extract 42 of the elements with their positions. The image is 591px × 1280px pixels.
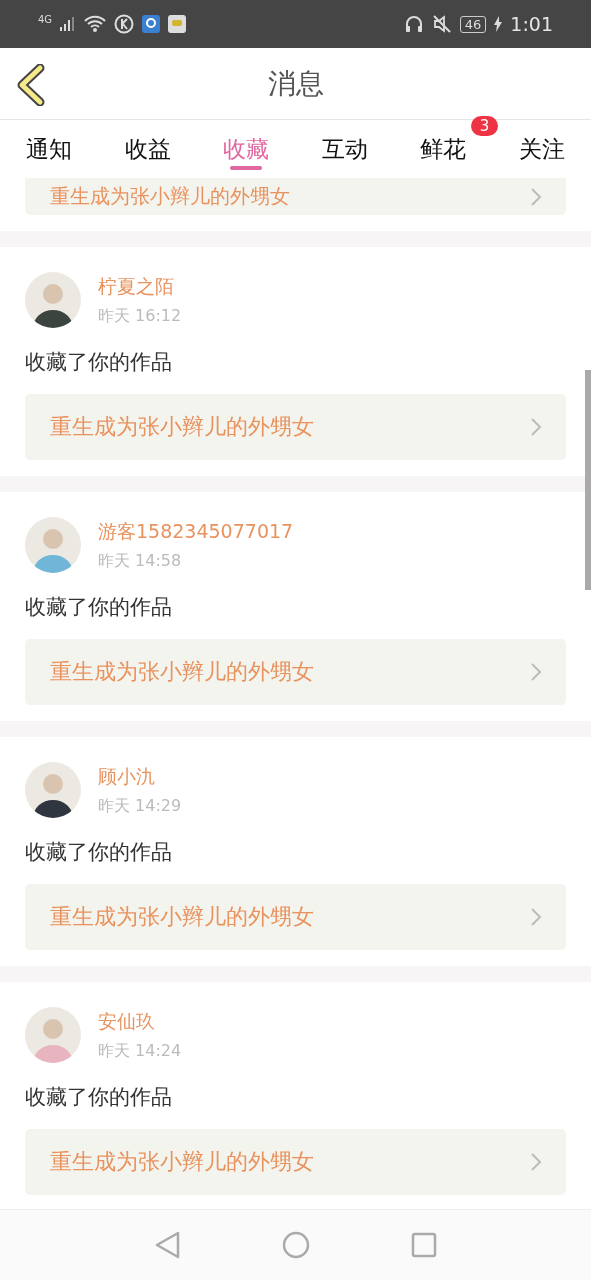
user-name[interactable]: 安仙玖 <box>98 1008 182 1035</box>
timestamp: 昨天 14:24 <box>98 1040 182 1062</box>
tab[interactable]: 收益 <box>122 120 173 178</box>
user-name[interactable]: 顾小氿 <box>98 763 182 790</box>
battery-indicator: 46 <box>459 15 487 33</box>
message-text: 收藏了你的作品 <box>25 839 173 866</box>
count-badge: 3 <box>470 116 499 136</box>
work-link[interactable]: 重生成为张小辫儿的外甥女 <box>25 639 566 705</box>
chevron-right-icon <box>530 662 542 682</box>
work-link[interactable]: 重生成为张小辫儿的外甥女 <box>25 1129 566 1195</box>
page-title: 消息 <box>267 65 324 102</box>
tab[interactable]: 收藏 <box>221 120 272 178</box>
chevron-right-icon <box>530 1152 542 1172</box>
chevron-right-icon <box>530 907 542 927</box>
timestamp: 昨天 14:29 <box>98 795 182 817</box>
timestamp: 昨天 14:58 <box>98 550 183 572</box>
tab[interactable]: 关注 <box>516 120 567 178</box>
work-link[interactable]: 重生成为张小辫儿的外甥女 <box>25 884 566 950</box>
circle-k-icon <box>114 14 135 34</box>
message-text: 收藏了你的作品 <box>25 594 173 621</box>
tab[interactable]: 通知 <box>24 120 74 178</box>
signal-icon <box>60 16 77 32</box>
tab[interactable]: 互动 <box>319 120 370 178</box>
chevron-right-icon <box>530 186 542 207</box>
clock: 1:01 <box>510 13 553 35</box>
network-type: 4G <box>38 14 53 25</box>
app-icon <box>142 15 161 33</box>
wifi-icon <box>84 15 107 33</box>
timestamp: 昨天 16:12 <box>98 305 182 327</box>
headphones-icon <box>403 14 424 34</box>
work-link[interactable]: 重生成为张小辫儿的外甥女 <box>25 394 566 460</box>
user-name[interactable]: 游客1582345077017 <box>98 518 294 545</box>
message-text: 收藏了你的作品 <box>25 349 173 376</box>
work-link[interactable]: 重生成为张小辫儿的外甥女 <box>25 178 566 215</box>
mute-icon <box>431 14 452 34</box>
message-text: 收藏了你的作品 <box>25 1084 173 1111</box>
charging-icon <box>494 16 503 32</box>
app-icon <box>168 15 187 33</box>
chevron-right-icon <box>530 417 542 437</box>
home-icon[interactable] <box>280 1230 311 1260</box>
user-name[interactable]: 柠夏之陌 <box>98 273 182 300</box>
tab-underline <box>230 166 263 170</box>
